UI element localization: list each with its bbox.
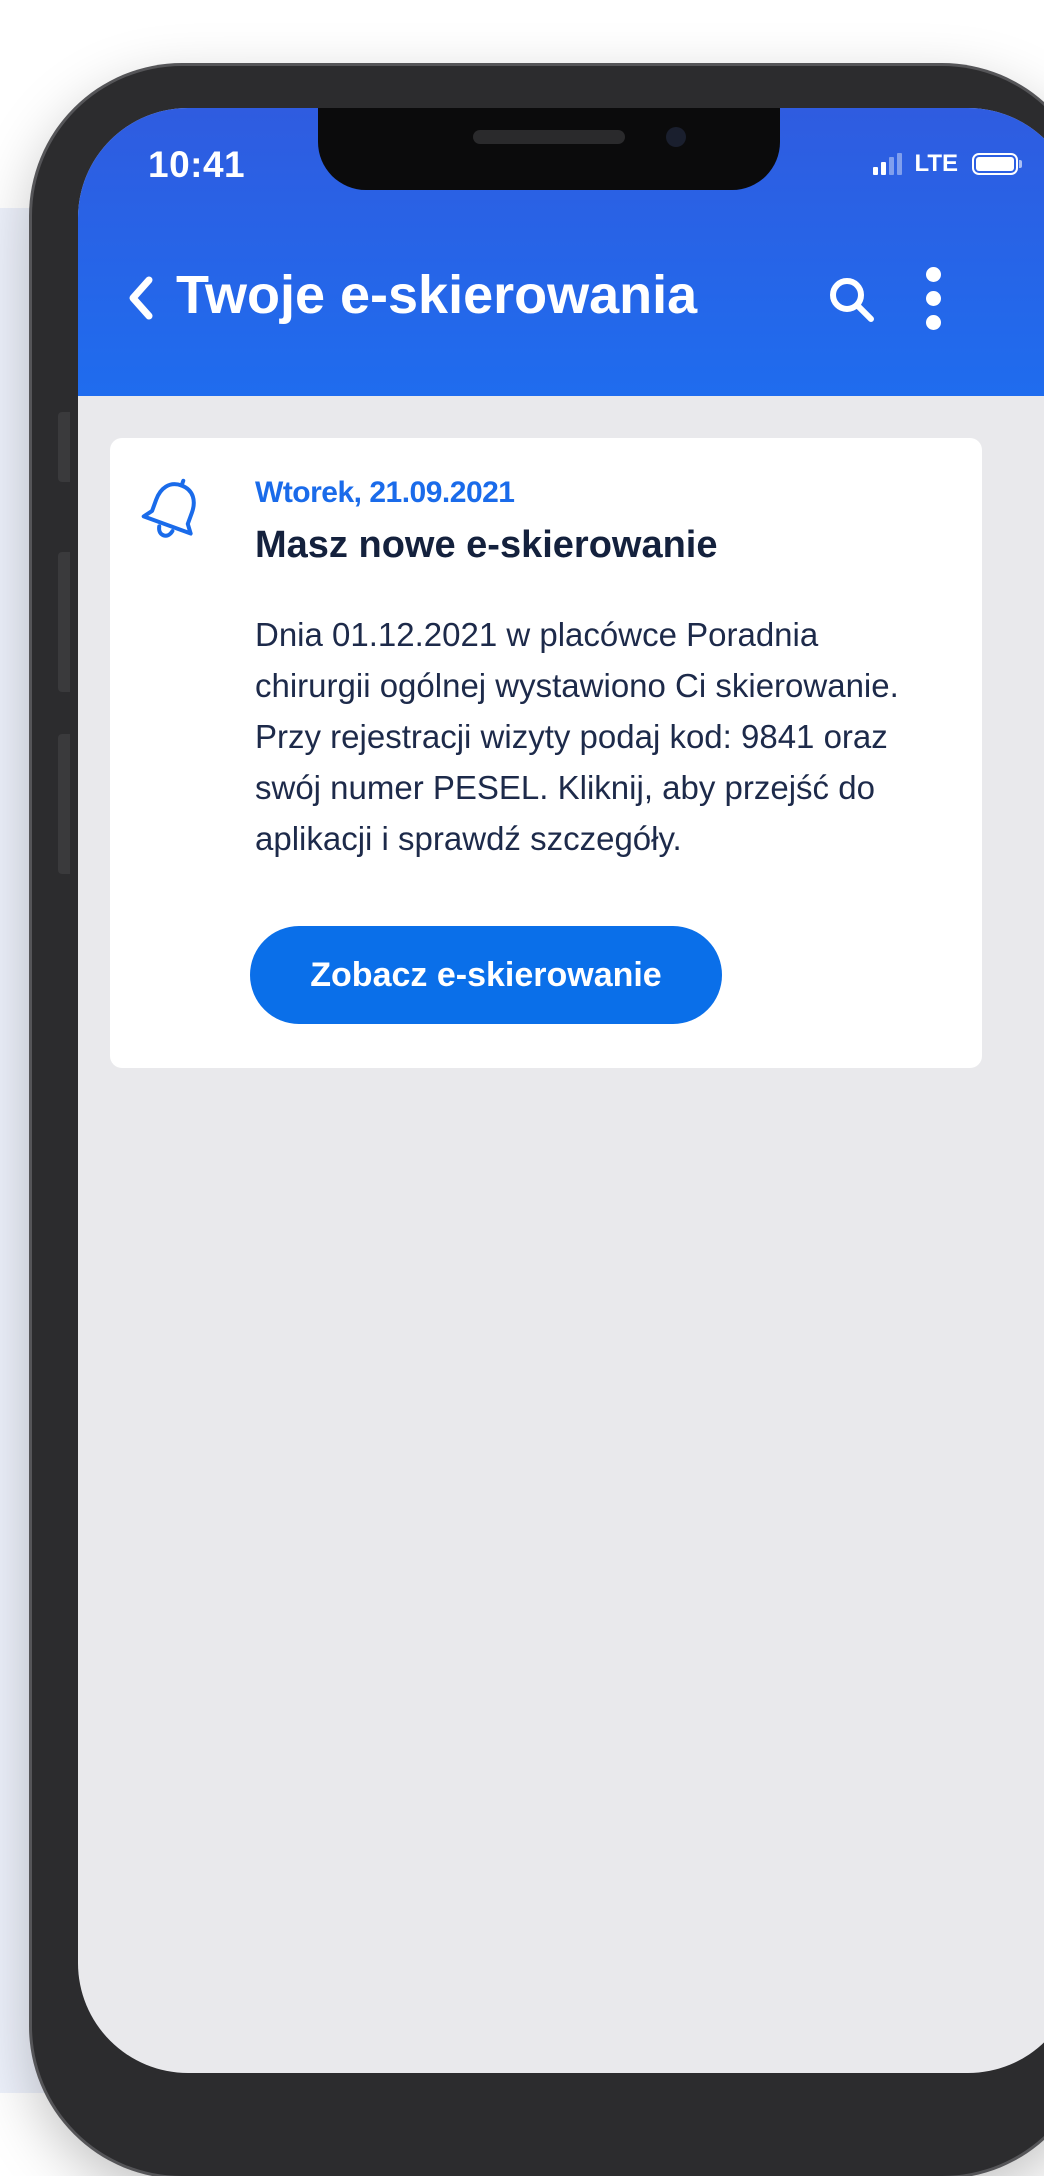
battery-icon: [972, 153, 1022, 175]
mute-switch: [58, 412, 70, 482]
notification-card[interactable]: Wtorek, 21.09.2021 Masz nowe e-skierowan…: [110, 438, 982, 1068]
notification-date: Wtorek, 21.09.2021: [255, 476, 515, 509]
view-referral-button[interactable]: Zobacz e-skierowanie: [250, 926, 722, 1024]
bell-icon: [141, 478, 196, 538]
signal-icon: [873, 153, 903, 175]
volume-down-button: [58, 734, 70, 874]
volume-up-button: [58, 552, 70, 692]
status-time: 10:41: [148, 144, 246, 185]
chevron-left-icon: [129, 276, 153, 320]
notification-content: Wtorek, 21.09.2021 Masz nowe e-skierowan…: [255, 476, 955, 864]
notch: [318, 108, 780, 190]
more-options-button[interactable]: [908, 258, 958, 338]
title-row: Twoje e-skierowania: [78, 258, 1044, 338]
page-title: Twoje e-skierowania: [176, 265, 698, 325]
back-button[interactable]: [114, 268, 166, 328]
notification-body: Dnia 01.12.2021 w placówce Poradnia chir…: [255, 616, 899, 857]
phone-screen: 10:41 LTE Twoje e-skierowania Wtorek, 21…: [78, 108, 1044, 2073]
search-icon: [830, 278, 874, 322]
more-vertical-icon: [925, 266, 941, 282]
status-indicators: LTE: [873, 150, 1022, 178]
speaker-grille: [473, 130, 625, 144]
app-header: 10:41 LTE Twoje e-skierowania: [78, 108, 1044, 396]
network-type: LTE: [914, 150, 958, 177]
search-button[interactable]: [822, 270, 882, 330]
notification-title: Masz nowe e-skierowanie: [255, 524, 718, 566]
front-camera: [666, 127, 686, 147]
